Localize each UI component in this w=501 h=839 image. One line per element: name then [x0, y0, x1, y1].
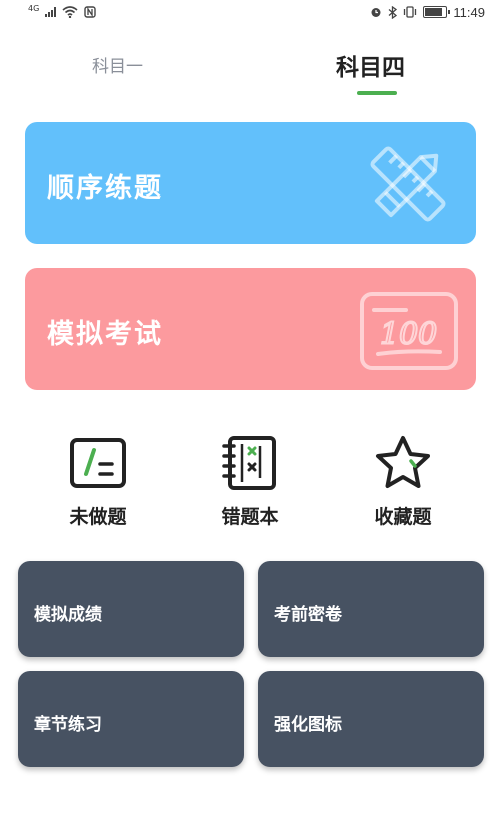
- vibrate-icon: [404, 6, 417, 18]
- favorite-questions-button[interactable]: 收藏题: [343, 434, 463, 529]
- bluetooth-icon: [388, 5, 398, 19]
- favorite-questions-label: 收藏题: [374, 506, 432, 528]
- tab-subject-four[interactable]: 科目四: [336, 48, 405, 82]
- chapter-practice-tile[interactable]: 章节练习: [18, 671, 244, 767]
- pre-exam-papers-tile[interactable]: 考前密卷: [258, 561, 484, 657]
- mock-exam-label: 模拟考试: [47, 319, 163, 350]
- clock-time: 11:49: [453, 4, 485, 20]
- feature-row: 未做题 错题本 收藏题: [0, 434, 501, 534]
- wrong-notebook-icon: [222, 436, 276, 490]
- alarm-icon: [371, 8, 381, 17]
- sequential-practice-card[interactable]: 顺序练题: [25, 122, 476, 244]
- mock-results-label: 模拟成绩: [34, 605, 102, 625]
- reinforced-icons-label: 强化图标: [274, 715, 342, 735]
- status-left: 4G: [28, 3, 96, 18]
- network-type: 4G: [28, 3, 40, 13]
- status-right: 11:49: [370, 5, 485, 20]
- tab-subject-one[interactable]: 科目一: [92, 52, 143, 77]
- nfc-icon: [84, 6, 96, 18]
- mock-exam-card[interactable]: 模拟考试 100: [25, 268, 476, 390]
- wrong-notebook-label: 错题本: [221, 506, 279, 528]
- sequential-practice-label: 顺序练题: [47, 173, 163, 204]
- wifi-icon: [62, 6, 78, 18]
- reinforced-icons-tile[interactable]: 强化图标: [258, 671, 484, 767]
- active-tab-indicator: [357, 91, 397, 95]
- battery-icon: [423, 6, 451, 18]
- pre-exam-papers-label: 考前密卷: [274, 605, 342, 625]
- mock-results-tile[interactable]: 模拟成绩: [18, 561, 244, 657]
- signal-icon: [45, 7, 57, 17]
- exam-score-text: 100: [380, 317, 437, 352]
- status-bar: 4G 11:49: [0, 0, 501, 24]
- pencil-ruler-icon: [370, 146, 446, 222]
- wrong-notebook-button[interactable]: 错题本: [190, 434, 310, 529]
- undone-questions-button[interactable]: 未做题: [38, 434, 158, 529]
- undone-questions-icon: [70, 438, 126, 488]
- undone-questions-label: 未做题: [69, 506, 127, 528]
- subject-tabs: 科目一 科目四: [0, 44, 501, 100]
- favorite-star-icon: [376, 436, 430, 488]
- chapter-practice-label: 章节练习: [34, 715, 102, 735]
- exam-score-icon: 100: [360, 292, 458, 370]
